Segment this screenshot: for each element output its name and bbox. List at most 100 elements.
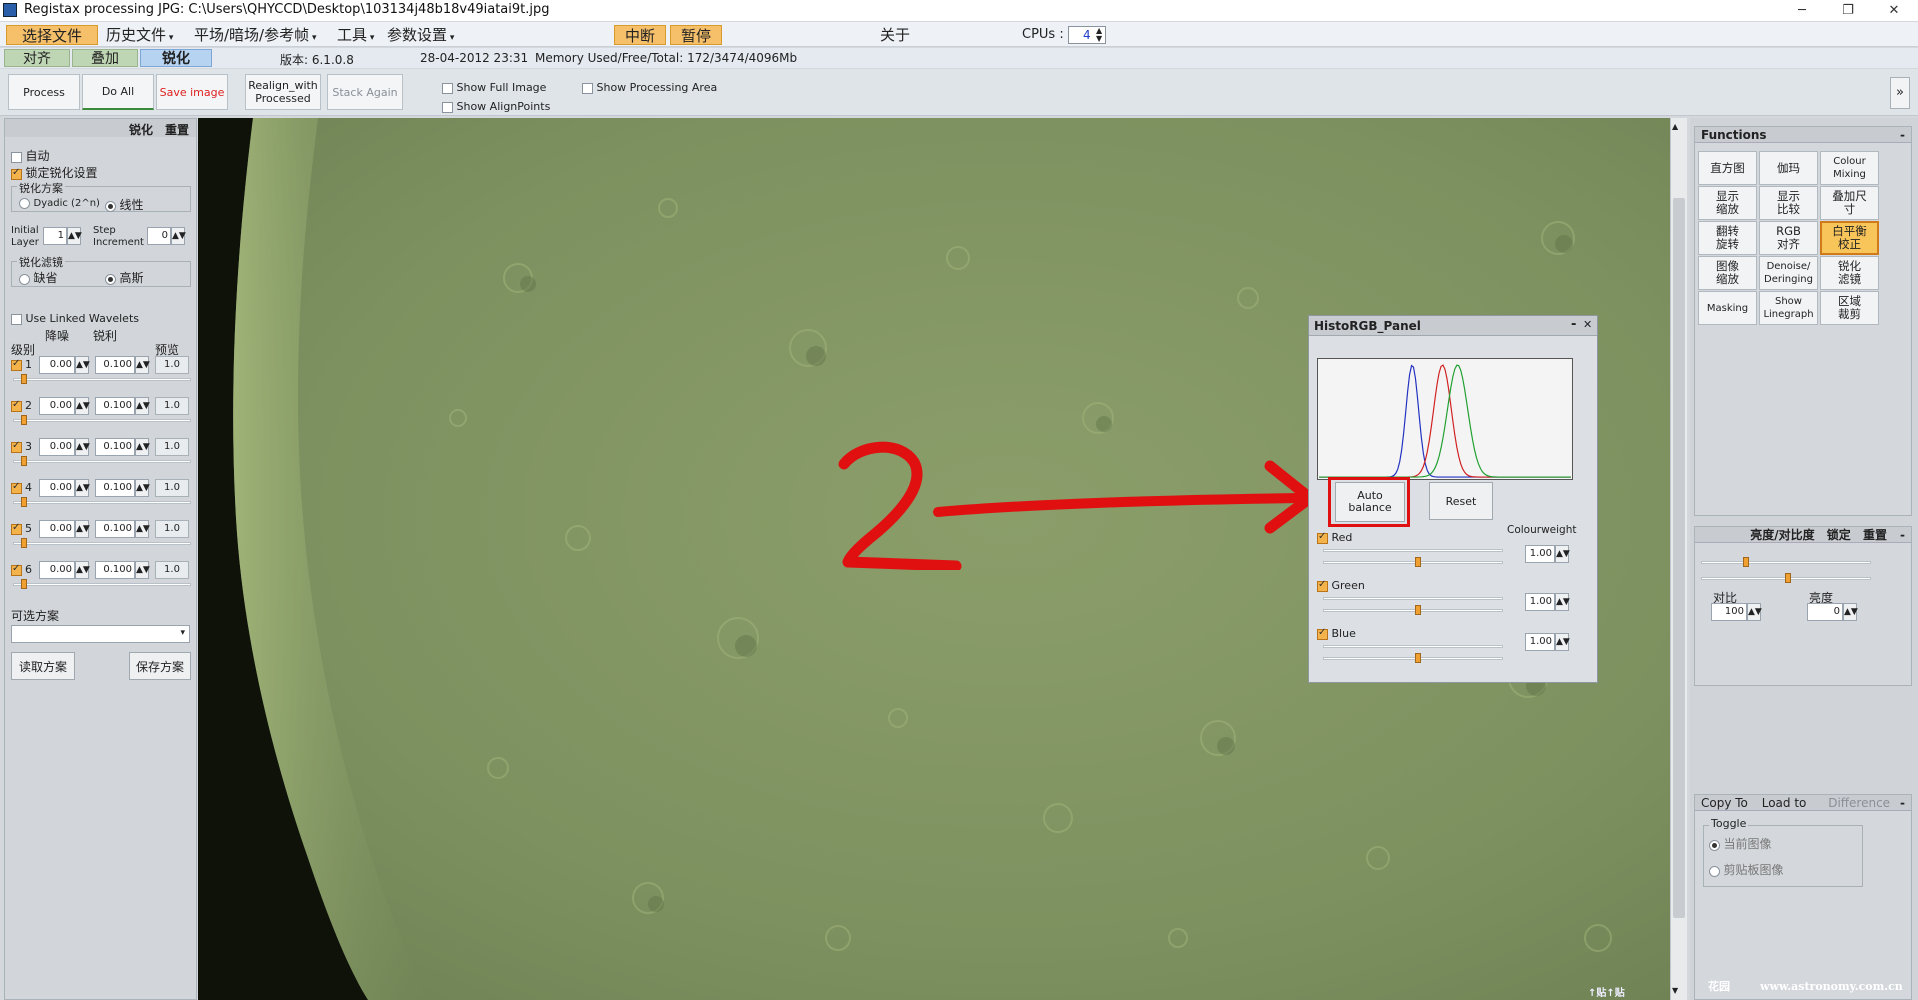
green-weight-input[interactable]: 1.00 — [1525, 593, 1555, 611]
spin-arrows-icon[interactable]: ▲▼ — [75, 356, 90, 374]
layer-slider-track[interactable] — [13, 501, 191, 504]
spin-arrows-icon[interactable]: ▲▼ — [1555, 633, 1570, 651]
layer-enable-checkbox[interactable] — [11, 440, 22, 453]
red-slider-thumb[interactable] — [1415, 557, 1421, 567]
spin-arrows-icon[interactable]: ▲▼ — [75, 438, 90, 456]
layer-slider-track[interactable] — [13, 460, 191, 463]
spin-arrows-icon[interactable]: ▲▼ — [171, 227, 186, 245]
cpus-spinner[interactable]: 4 ▲ ▼ — [1068, 26, 1106, 44]
sharpen-filter-button[interactable]: 锐化 滤镜 — [1820, 256, 1879, 290]
show-linegraph-button[interactable]: Show Linegraph — [1759, 291, 1818, 325]
process-button[interactable]: Process — [8, 74, 80, 110]
histogram-button[interactable]: 直方图 — [1698, 151, 1757, 185]
layer-slider-track[interactable] — [13, 542, 191, 545]
spin-arrows-icon[interactable]: ▲▼ — [75, 397, 90, 415]
red-weight-input[interactable]: 1.00 — [1525, 545, 1555, 563]
brightness-input[interactable]: 0 — [1807, 603, 1843, 621]
tab-stack[interactable]: 叠加 — [72, 49, 138, 67]
gamma-button[interactable]: 伽玛 — [1759, 151, 1818, 185]
menu-params[interactable]: 参数设置 ▾ — [387, 25, 454, 45]
minimize-button[interactable]: ─ — [1780, 0, 1824, 21]
layer-slider-thumb[interactable] — [21, 497, 27, 507]
menu-tools[interactable]: 工具 ▾ — [337, 25, 374, 45]
stack-again-button[interactable]: Stack Again — [327, 74, 403, 110]
step-increment-input[interactable]: 0 — [147, 227, 171, 245]
collapse-functions-button[interactable]: - — [1900, 127, 1905, 143]
red-checkbox[interactable]: Red — [1317, 531, 1352, 544]
contrast-slider-thumb[interactable] — [1743, 557, 1749, 567]
layer-denoise-input[interactable]: 0.00 — [39, 356, 75, 374]
menu-select-file[interactable]: 选择文件 — [6, 25, 98, 45]
spin-arrows-icon[interactable]: ▲▼ — [135, 356, 150, 374]
layer-sharpen-input[interactable]: 0.100 — [95, 397, 135, 415]
scroll-down-icon[interactable]: ▼ — [1672, 986, 1678, 995]
layer-sharpen-input[interactable]: 0.100 — [95, 479, 135, 497]
image-vertical-scrollbar[interactable]: ▲ ▼ — [1670, 118, 1687, 1000]
spin-arrows-icon[interactable]: ▲▼ — [1555, 593, 1570, 611]
layer-enable-checkbox[interactable] — [11, 522, 22, 535]
display-compare-button[interactable]: 显示 比较 — [1759, 186, 1818, 220]
red-upper-track[interactable] — [1323, 549, 1503, 552]
layer-slider-track[interactable] — [13, 378, 191, 381]
spin-arrows-icon[interactable]: ▲▼ — [135, 397, 150, 415]
layer-slider-track[interactable] — [13, 583, 191, 586]
layer-sharpen-input[interactable]: 0.100 — [95, 438, 135, 456]
green-slider-thumb[interactable] — [1415, 605, 1421, 615]
green-upper-track[interactable] — [1323, 597, 1503, 600]
layer-sharpen-input[interactable]: 0.100 — [95, 561, 135, 579]
spin-arrows-icon[interactable]: ▲▼ — [1555, 545, 1570, 563]
layer-slider-thumb[interactable] — [21, 538, 27, 548]
reset-histo-button[interactable]: Reset — [1429, 482, 1493, 520]
crop-area-button[interactable]: 区域 裁剪 — [1820, 291, 1879, 325]
layer-slider-thumb[interactable] — [21, 456, 27, 466]
gaussian-radio[interactable]: 高斯 — [105, 269, 144, 286]
show-processing-area-checkbox[interactable]: Show Processing Area — [582, 81, 717, 94]
spin-arrows-icon[interactable]: ▲▼ — [135, 438, 150, 456]
layer-preview-button[interactable]: 1.0 — [155, 561, 189, 579]
masking-button[interactable]: Masking — [1698, 291, 1757, 325]
scheme-dropdown[interactable]: ▾ — [11, 625, 190, 643]
collapse-brightness-button[interactable]: - — [1900, 527, 1905, 543]
do-all-button[interactable]: Do All — [82, 74, 154, 110]
collapse-copy-button[interactable]: - — [1900, 795, 1905, 811]
display-zoom-button[interactable]: 显示 缩放 — [1698, 186, 1757, 220]
layer-preview-button[interactable]: 1.0 — [155, 356, 189, 374]
load-scheme-button[interactable]: 读取方案 — [11, 652, 75, 680]
pause-button[interactable]: 暂停 — [670, 25, 722, 45]
red-slider-track[interactable] — [1323, 561, 1503, 564]
denoise-deringing-button[interactable]: Denoise/Deringing — [1759, 256, 1818, 290]
reset-sharpen-button[interactable]: 重置 — [165, 121, 189, 138]
layer-slider-thumb[interactable] — [21, 415, 27, 425]
menu-flat-dark-ref[interactable]: 平场/暗场/参考帧 ▾ — [194, 25, 317, 45]
layer-preview-button[interactable]: 1.0 — [155, 438, 189, 456]
spin-arrows-icon[interactable]: ▲▼ — [135, 520, 150, 538]
initial-layer-input[interactable]: 1 — [43, 227, 67, 245]
blue-checkbox[interactable]: Blue — [1317, 627, 1356, 640]
spin-arrows-icon[interactable]: ▲▼ — [135, 479, 150, 497]
layer-denoise-input[interactable]: 0.00 — [39, 397, 75, 415]
show-full-image-checkbox[interactable]: Show Full Image — [442, 81, 546, 94]
linear-radio[interactable]: 线性 — [105, 196, 144, 213]
blue-upper-track[interactable] — [1323, 645, 1503, 648]
dyadic-radio[interactable]: Dyadic (2^n) — [19, 196, 100, 209]
rgb-align-button[interactable]: RGB 对齐 — [1759, 221, 1818, 255]
scroll-up-icon[interactable]: ▲ — [1672, 122, 1678, 131]
layer-slider-thumb[interactable] — [21, 374, 27, 384]
minimize-panel-button[interactable]: - — [1571, 317, 1576, 332]
spin-arrows-icon[interactable]: ▲▼ — [75, 479, 90, 497]
brightness-slider-thumb[interactable] — [1785, 573, 1791, 583]
default-filter-radio[interactable]: 缺省 — [19, 269, 58, 286]
load-to-button[interactable]: Load to — [1762, 796, 1807, 810]
layer-enable-checkbox[interactable] — [11, 399, 22, 412]
contrast-slider-track[interactable] — [1701, 561, 1871, 564]
layer-enable-checkbox[interactable] — [11, 563, 22, 576]
show-alignpoints-checkbox[interactable]: Show AlignPoints — [442, 100, 550, 113]
difference-button[interactable]: Difference — [1828, 796, 1890, 810]
close-window-button[interactable]: ✕ — [1872, 0, 1916, 21]
save-image-button[interactable]: Save image — [156, 74, 228, 110]
layer-denoise-input[interactable]: 0.00 — [39, 561, 75, 579]
clipboard-image-radio[interactable]: 剪贴板图像 — [1709, 861, 1784, 878]
green-checkbox[interactable]: Green — [1317, 579, 1365, 592]
layer-enable-checkbox[interactable] — [11, 481, 22, 494]
auto-checkbox[interactable]: 自动 — [11, 147, 50, 164]
